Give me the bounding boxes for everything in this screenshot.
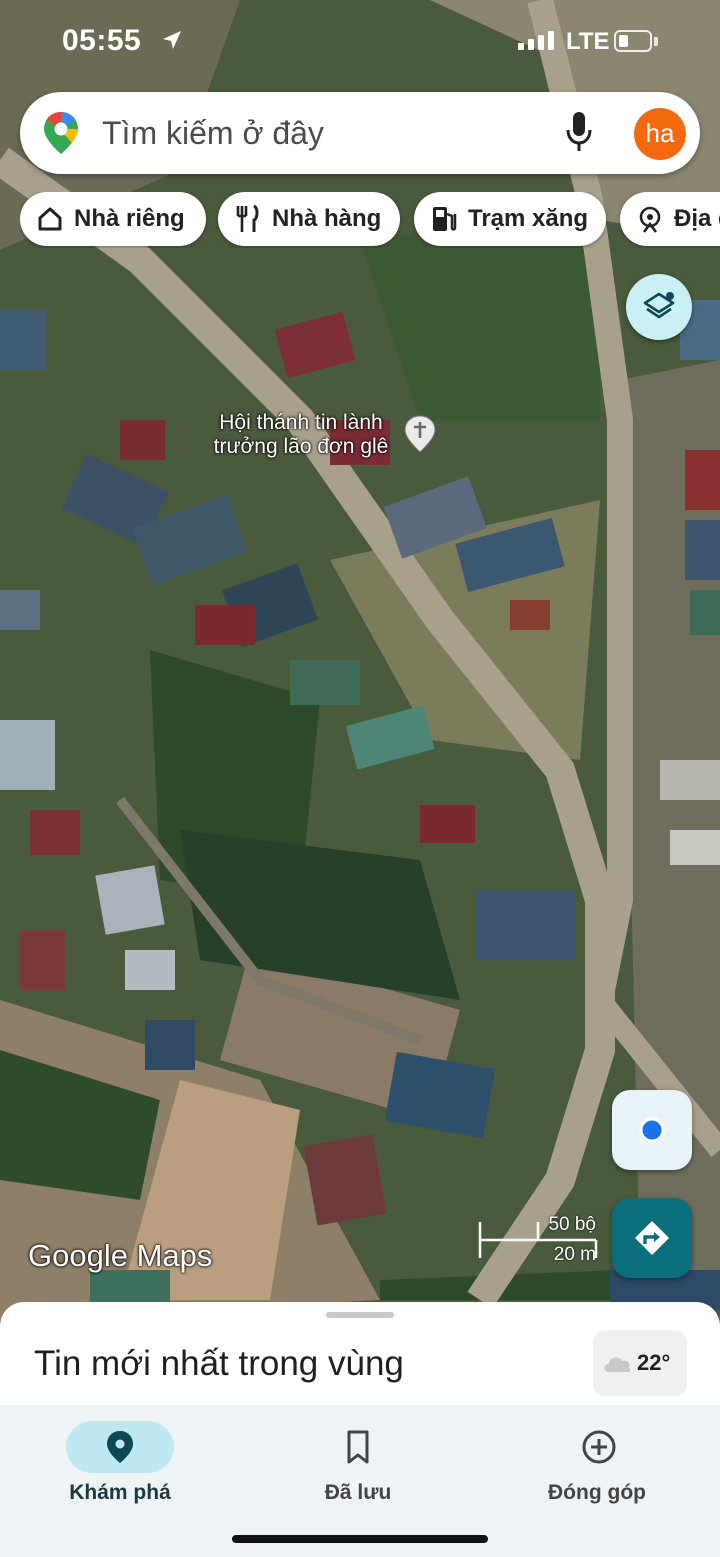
gas-station-icon bbox=[430, 204, 458, 234]
battery-cap bbox=[654, 37, 658, 46]
my-location-button[interactable] bbox=[612, 1090, 692, 1170]
weather-badge[interactable]: 22° bbox=[593, 1330, 687, 1396]
search-input[interactable] bbox=[102, 110, 532, 156]
scale-bar bbox=[478, 1222, 598, 1258]
battery-icon bbox=[614, 30, 652, 52]
nav-label: Đóng góp bbox=[548, 1481, 646, 1504]
explore-pin-icon bbox=[107, 1431, 133, 1463]
layers-button[interactable] bbox=[626, 274, 692, 340]
directions-icon bbox=[635, 1221, 669, 1255]
poi-label[interactable]: Hội thánh tin lành trưởng lão đơn glê bbox=[198, 411, 404, 459]
bookmark-icon bbox=[347, 1430, 369, 1464]
chip-label: Trạm xăng bbox=[468, 205, 589, 232]
chip-restaurants[interactable]: Nhà hàng bbox=[218, 192, 400, 246]
category-chips: Nhà riêng Nhà hàng Trạm xăng Địa điểm bbox=[20, 192, 720, 248]
add-circle-icon bbox=[582, 1430, 616, 1464]
status-time: 05:55 bbox=[62, 24, 142, 57]
home-indicator bbox=[232, 1535, 488, 1543]
church-marker-icon[interactable] bbox=[402, 414, 438, 454]
signal-icon bbox=[518, 31, 554, 50]
directions-button[interactable] bbox=[612, 1198, 692, 1278]
chip-label: Địa điểm bbox=[674, 205, 720, 232]
attraction-icon bbox=[636, 204, 664, 234]
chip-attractions[interactable]: Địa điểm bbox=[620, 192, 720, 246]
nav-explore[interactable]: Khám phá bbox=[0, 1413, 240, 1513]
nav-contribute[interactable]: Đóng góp bbox=[477, 1413, 717, 1513]
layers-icon bbox=[643, 292, 675, 319]
microphone-icon[interactable] bbox=[564, 110, 594, 154]
chip-home[interactable]: Nhà riêng bbox=[20, 192, 206, 246]
google-maps-pin-icon bbox=[44, 112, 78, 154]
cloud-icon bbox=[604, 1357, 631, 1372]
network-type: LTE bbox=[566, 28, 610, 55]
home-icon bbox=[36, 205, 64, 233]
search-bar[interactable]: ha bbox=[20, 92, 700, 174]
sheet-drag-handle[interactable] bbox=[326, 1312, 394, 1318]
temperature: 22° bbox=[637, 1350, 671, 1375]
nav-saved[interactable]: Đã lưu bbox=[238, 1413, 478, 1513]
bottom-sheet[interactable]: Tin mới nhất trong vùng 22° bbox=[0, 1302, 720, 1412]
sheet-title: Tin mới nhất trong vùng bbox=[34, 1344, 404, 1383]
nav-label: Đã lưu bbox=[324, 1481, 392, 1504]
chip-label: Nhà hàng bbox=[272, 205, 382, 232]
restaurant-icon bbox=[234, 204, 262, 234]
chip-label: Nhà riêng bbox=[74, 205, 185, 232]
account-avatar[interactable]: ha bbox=[634, 108, 686, 160]
status-bar: 05:55 LTE bbox=[0, 0, 720, 86]
location-arrow-icon bbox=[163, 31, 181, 49]
nav-label: Khám phá bbox=[69, 1481, 171, 1504]
map-scale: 50 bộ 20 m bbox=[478, 1214, 600, 1265]
battery-level bbox=[619, 35, 628, 47]
google-maps-logo: Google Maps bbox=[28, 1238, 213, 1273]
chip-gas-stations[interactable]: Trạm xăng bbox=[414, 192, 606, 246]
my-location-icon bbox=[639, 1117, 665, 1143]
